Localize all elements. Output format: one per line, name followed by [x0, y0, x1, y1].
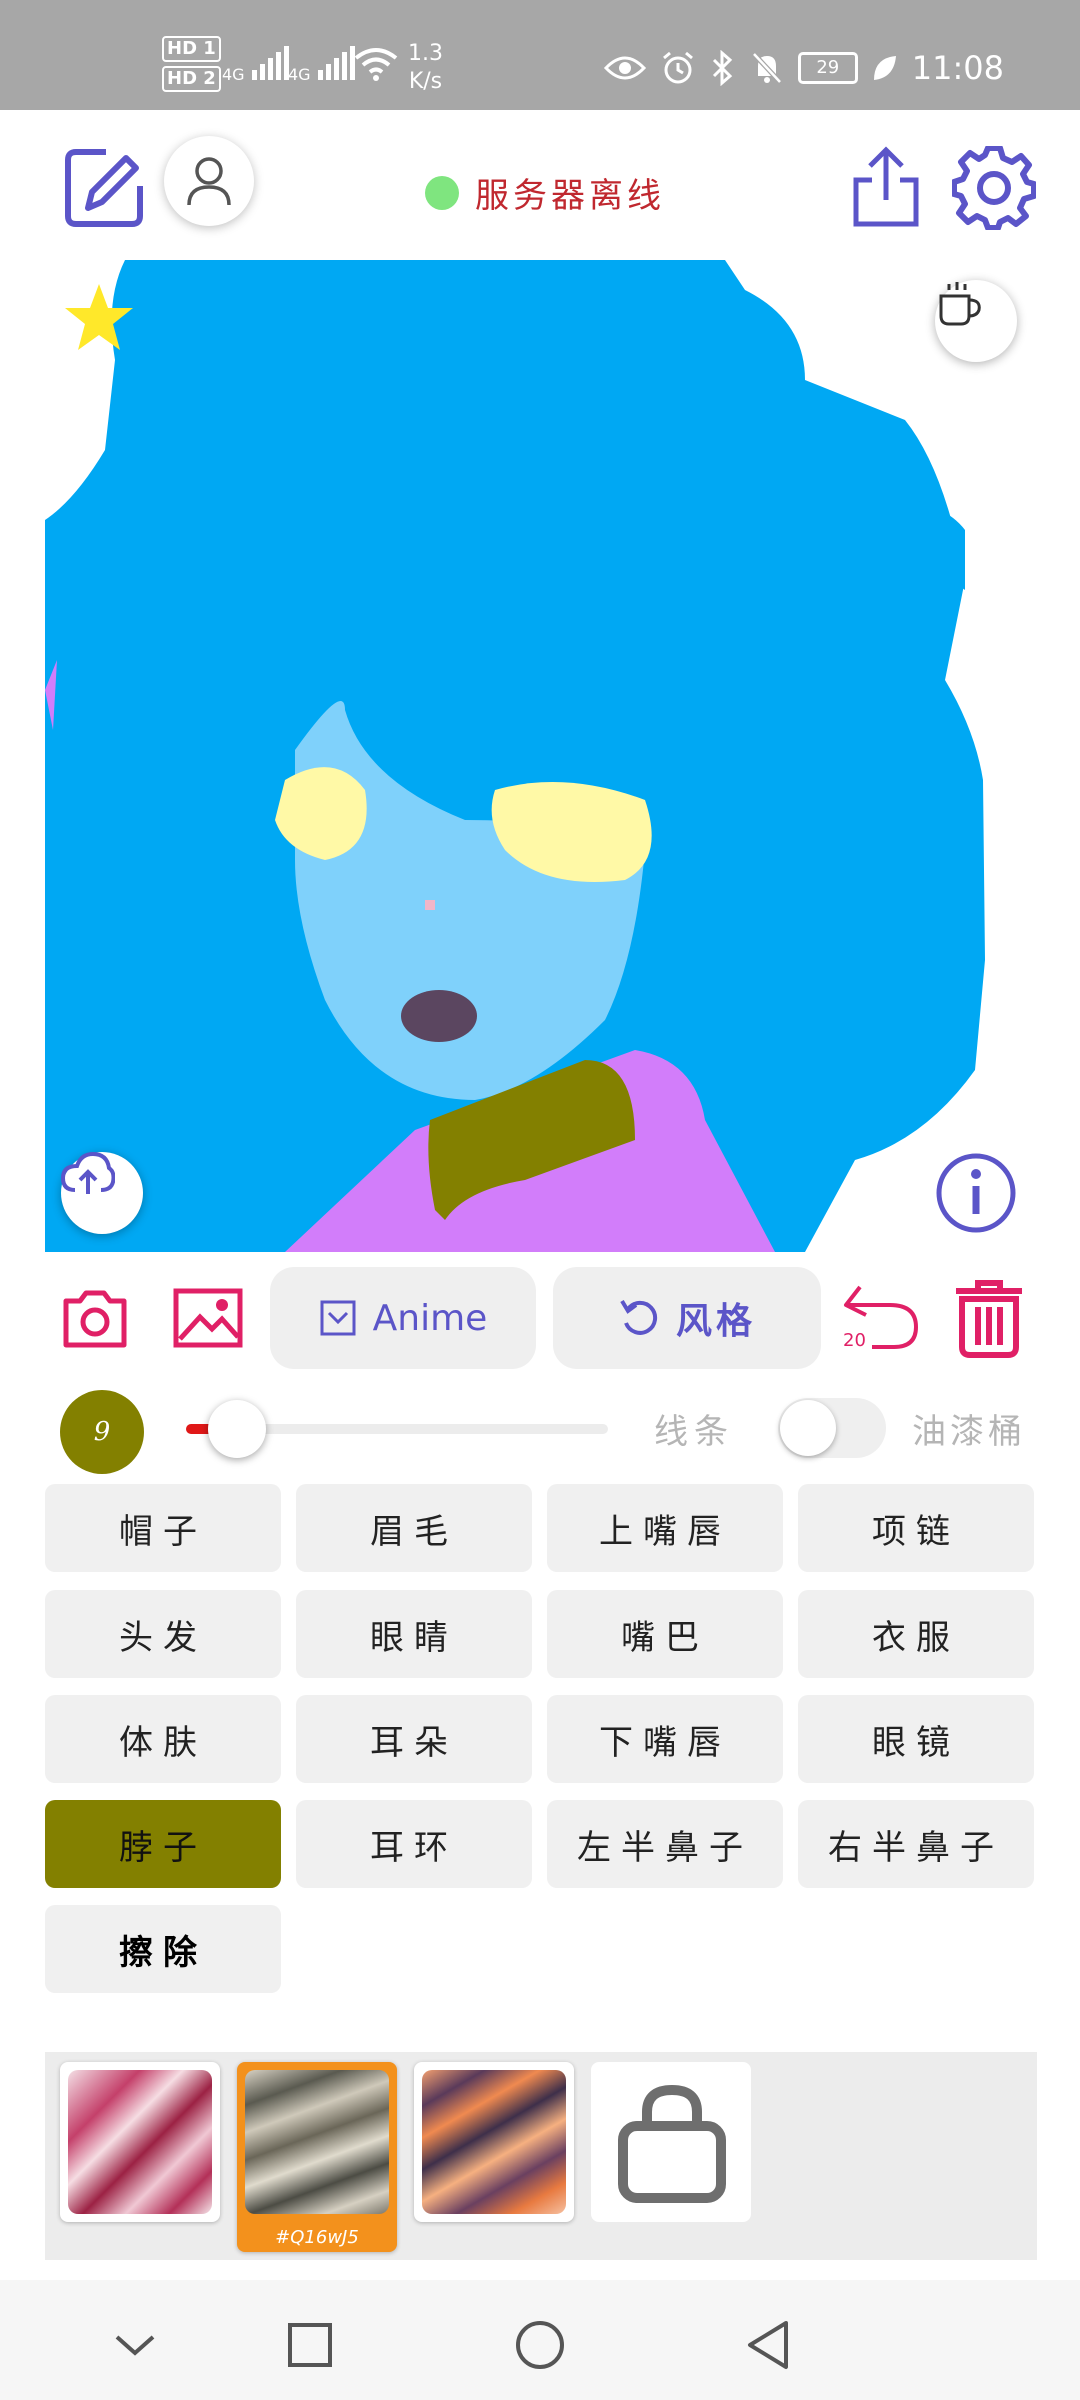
network-type-2: 4G [288, 65, 311, 84]
server-status: 服务器离线 [425, 168, 665, 217]
lock-icon [618, 2084, 726, 2203]
style-thumb-2[interactable]: #Q16wJ5 [237, 2062, 397, 2252]
sim-indicators: HD 1 HD 2 [162, 36, 221, 96]
cloud-upload-icon [61, 1152, 115, 1194]
style-thumb-3[interactable] [414, 2062, 574, 2222]
drawing-canvas[interactable] [45, 260, 1037, 1252]
style-thumb-1[interactable] [60, 2062, 220, 2222]
circle-icon [516, 2321, 564, 2369]
server-status-dot [425, 175, 459, 210]
rotate-icon [620, 1299, 658, 1335]
hd1-badge: HD 1 [162, 36, 221, 62]
part-ears-button[interactable]: 耳朵 [296, 1695, 532, 1783]
part-hair-button[interactable]: 头发 [45, 1590, 281, 1678]
chevron-down-icon [115, 2335, 155, 2356]
camera-icon [63, 1290, 127, 1348]
mode-anime-button[interactable]: Anime [270, 1267, 536, 1369]
network-type-1: 4G [222, 65, 245, 84]
battery-level: 29 [816, 57, 840, 78]
status-bar: HD 1 HD 2 4G 4G 1.3 K/s 29 11:08 [0, 0, 1080, 110]
style-label: 风格 [675, 1301, 756, 1342]
drawing [45, 260, 985, 1252]
user-icon [187, 157, 231, 206]
toggle-knob [780, 1400, 836, 1456]
signal-2-icon: 4G [288, 44, 355, 84]
eye-comfort-icon [603, 56, 646, 80]
camera-button[interactable] [62, 1287, 128, 1349]
erase-button[interactable]: 擦除 [45, 1905, 281, 1993]
part-lower-lip-button[interactable]: 下嘴唇 [547, 1695, 783, 1783]
undo-count: 20 [843, 1330, 866, 1351]
style-button[interactable]: 风格 [553, 1267, 821, 1369]
part-neck-button[interactable]: 脖子 [45, 1800, 281, 1888]
battery-icon: 29 [797, 52, 858, 84]
hd2-badge: HD 2 [162, 66, 221, 92]
edit-pencil-icon [65, 149, 143, 227]
gear-icon [952, 146, 1036, 230]
mode-label: Anime [372, 1297, 488, 1339]
bucket-mode-label: 油漆桶 [912, 1412, 1026, 1452]
style-thumb-3-art [422, 2070, 566, 2214]
part-hat-button[interactable]: 帽子 [45, 1484, 281, 1572]
part-clothes-button[interactable]: 衣服 [798, 1590, 1034, 1678]
nav-recents-button[interactable] [275, 2310, 345, 2380]
part-glasses-button[interactable]: 眼镜 [798, 1695, 1034, 1783]
info-icon [936, 1153, 1016, 1233]
part-eyebrows-button[interactable]: 眉毛 [296, 1484, 532, 1572]
navigation-bar [0, 2280, 1080, 2400]
nav-back-button[interactable] [733, 2310, 803, 2380]
network-speed: 1.3 K/s [408, 40, 443, 96]
settings-button[interactable] [952, 146, 1036, 230]
top-toolbar: 服务器离线 [0, 110, 1080, 260]
image-icon [173, 1288, 243, 1348]
part-earrings-button[interactable]: 耳环 [296, 1800, 532, 1888]
bucket-toggle[interactable] [778, 1398, 886, 1458]
style-thumb-2-art [245, 2070, 389, 2214]
brush-size-indicator[interactable]: 9 [60, 1390, 144, 1474]
user-button[interactable] [164, 136, 254, 226]
triangle-back-icon [748, 2321, 788, 2369]
line-mode-label[interactable]: 线条 [654, 1404, 734, 1453]
share-icon [853, 146, 919, 227]
coffee-cup-icon [939, 282, 981, 326]
nav-collapse-button[interactable] [100, 2310, 170, 2380]
star-icon[interactable] [63, 282, 135, 352]
mute-bell-icon [751, 52, 782, 84]
info-button[interactable] [935, 1152, 1017, 1234]
square-icon [288, 2323, 332, 2367]
edit-button[interactable] [62, 146, 146, 230]
part-right-nose-button[interactable]: 右半鼻子 [798, 1800, 1034, 1888]
clear-button[interactable] [950, 1277, 1028, 1359]
part-necklace-button[interactable]: 项链 [798, 1484, 1034, 1572]
signal-1-icon: 4G [222, 44, 289, 84]
share-button[interactable] [848, 146, 924, 230]
gallery-button[interactable] [172, 1287, 244, 1349]
server-status-text: 服务器离线 [475, 176, 665, 216]
part-eyes-button[interactable]: 眼睛 [296, 1590, 532, 1678]
speed-value: 1.3 [408, 41, 443, 66]
cup-button[interactable] [935, 280, 1017, 362]
style-locked[interactable] [591, 2062, 751, 2222]
part-left-nose-button[interactable]: 左半鼻子 [547, 1800, 783, 1888]
clock: 11:08 [911, 49, 1004, 87]
part-mouth-button[interactable]: 嘴巴 [547, 1590, 783, 1678]
alarm-icon [662, 51, 693, 84]
style-thumb-1-art [68, 2070, 212, 2214]
trash-icon [956, 1280, 1022, 1358]
upload-button[interactable] [61, 1152, 143, 1234]
nav-home-button[interactable] [505, 2310, 575, 2380]
speed-unit: K/s [408, 69, 443, 94]
brush-size-slider-thumb[interactable] [208, 1400, 266, 1458]
leaf-icon [873, 56, 896, 80]
style-code: #Q16wJ5 [275, 2227, 359, 2248]
wifi-icon [354, 48, 398, 81]
checkbox-icon [320, 1300, 356, 1336]
action-row: Anime 风格 [0, 1265, 1080, 1375]
part-upper-lip-button[interactable]: 上嘴唇 [547, 1484, 783, 1572]
bluetooth-icon [712, 50, 732, 86]
part-skin-button[interactable]: 体肤 [45, 1695, 281, 1783]
